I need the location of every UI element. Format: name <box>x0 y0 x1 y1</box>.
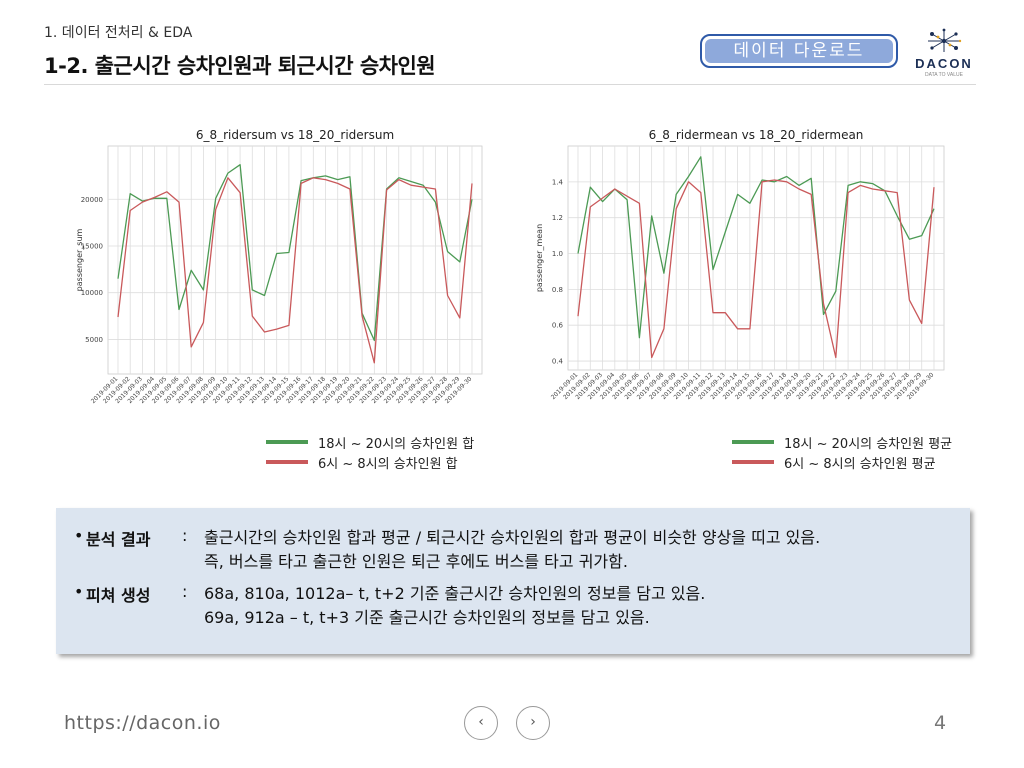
section-label: 1. 데이터 전처리 & EDA <box>44 25 193 41</box>
prev-page-button[interactable]: ‹ <box>464 706 498 740</box>
legend-label: 18시 ~ 20시의 승차인원 평균 <box>784 436 953 452</box>
y-tick-label: 1.0 <box>552 250 563 258</box>
data-download-button[interactable]: 데이터 다운로드 <box>700 34 898 68</box>
feature-creation-row: • 피쳐 생성 : 68a, 810a, 1012a– t, t+2 기준 출근… <box>74 582 705 630</box>
footer-url-link[interactable]: https://dacon.io <box>64 712 221 734</box>
y-tick-label: 0.8 <box>552 286 563 294</box>
feature-line: 69a, 912a – t, t+3 기준 출근시간 승차인원의 정보를 담고 … <box>204 608 650 627</box>
legend-swatch-green <box>266 440 308 444</box>
logo-tagline: DATA TO VALUE <box>925 72 963 78</box>
chart-svg: 50001000015000200002019-09-012019-09-022… <box>75 128 483 405</box>
chevron-right-icon: › <box>530 714 536 730</box>
chart-title: 6_8_ridersum vs 18_20_ridersum <box>196 128 394 142</box>
y-axis-label: passenger_sum <box>75 228 84 291</box>
ridermean-chart: 0.4 0.6 0.8 1.0 1.2 1.4 2019-09-01 2019-09-02 20… <box>530 124 960 428</box>
y-tick-label: 1.2 <box>552 214 563 222</box>
page-number: 4 <box>934 712 947 734</box>
analysis-result-key: 분석 결과 <box>86 530 151 549</box>
legend-item: 18시 ~ 20시의 승차인원 평균 <box>732 432 952 452</box>
feature-creation-lines: 68a, 810a, 1012a– t, t+2 기준 출근시간 승차인원의 정… <box>204 582 705 630</box>
colon: : <box>182 526 188 545</box>
dacon-logo[interactable]: DACON DATA TO VALUE <box>912 28 976 80</box>
y-tick-label: 20000 <box>81 196 103 204</box>
legend-label: 6시 ~ 8시의 승차인원 평균 <box>784 456 936 472</box>
legend-item: 18시 ~ 20시의 승차인원 합 <box>266 432 474 452</box>
slide-title: 1-2. 출근시간 승차인원과 퇴근시간 승차인원 <box>44 54 436 78</box>
legend-item: 6시 ~ 8시의 승차인원 합 <box>266 452 474 472</box>
legend-swatch-red <box>732 460 774 464</box>
legend-swatch-red <box>266 460 308 464</box>
next-page-button[interactable]: › <box>516 706 550 740</box>
y-tick-label: 0.6 <box>552 322 564 330</box>
bullet: • <box>74 526 84 545</box>
chevron-left-icon: ‹ <box>478 714 484 730</box>
title-divider <box>44 84 976 85</box>
y-tick-label: 15000 <box>81 242 103 250</box>
analysis-line: 즉, 버스를 타고 출근한 인원은 퇴근 후에도 버스를 타고 귀가함. <box>204 552 628 571</box>
legend-label: 6시 ~ 8시의 승차인원 합 <box>318 456 458 472</box>
y-tick-label: 1.4 <box>552 178 564 186</box>
y-tick-label: 0.4 <box>552 358 564 366</box>
chart-svg: 0.40.60.81.01.21.42019-09-012019-09-0220… <box>535 128 945 401</box>
colon: : <box>182 582 188 601</box>
legend-label: 18시 ~ 20시의 승차인원 합 <box>318 436 475 452</box>
ridersum-legend: 18시 ~ 20시의 승차인원 합 6시 ~ 8시의 승차인원 합 <box>266 432 474 472</box>
data-download-label: 데이터 다운로드 <box>705 39 893 63</box>
ridermean-legend: 18시 ~ 20시의 승차인원 평균 6시 ~ 8시의 승차인원 평균 <box>732 432 952 472</box>
chart-title: 6_8_ridermean vs 18_20_ridermean <box>649 128 864 142</box>
analysis-line: 출근시간의 승차인원 합과 평균 / 퇴근시간 승차인원의 합과 평균이 비슷한… <box>204 528 821 547</box>
legend-item: 6시 ~ 8시의 승차인원 평균 <box>732 452 952 472</box>
analysis-result-lines: 출근시간의 승차인원 합과 평균 / 퇴근시간 승차인원의 합과 평균이 비슷한… <box>204 526 820 574</box>
y-tick-label: 5000 <box>85 336 103 344</box>
summary-box: • 분석 결과 : 출근시간의 승차인원 합과 평균 / 퇴근시간 승차인원의 … <box>56 508 970 654</box>
ridersum-chart: 5000 10000 15000 20000 2019-09-01 2019-09-02 2… <box>72 124 492 428</box>
legend-swatch-green <box>732 440 774 444</box>
feature-line: 68a, 810a, 1012a– t, t+2 기준 출근시간 승차인원의 정… <box>204 584 706 603</box>
analysis-result-row: • 분석 결과 : 출근시간의 승차인원 합과 평균 / 퇴근시간 승차인원의 … <box>74 526 820 574</box>
dacon-logo-icon <box>928 28 962 52</box>
bullet: • <box>74 582 84 601</box>
y-axis-label: passenger_mean <box>535 224 544 292</box>
logo-name: DACON <box>915 56 973 71</box>
y-tick-label: 10000 <box>81 289 103 297</box>
feature-creation-key: 피쳐 생성 <box>86 586 151 605</box>
